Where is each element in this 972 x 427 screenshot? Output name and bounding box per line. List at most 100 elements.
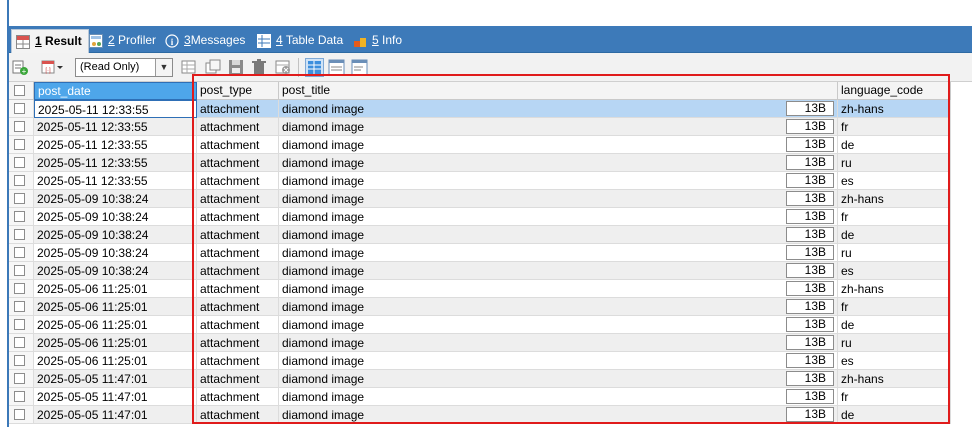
blob-size-badge[interactable]: 13B [786, 101, 834, 116]
column-header-post-date[interactable]: post_date [34, 82, 197, 100]
cell-post-date[interactable]: 2025-05-05 11:47:01 [34, 388, 197, 406]
cell-post-date[interactable]: 2025-05-06 11:25:01 [34, 352, 197, 370]
cell-post-title[interactable]: diamond image 13B [279, 172, 838, 190]
cell-post-date[interactable]: 2025-05-06 11:25:01 [34, 316, 197, 334]
column-header-language-code[interactable]: language_code [838, 82, 951, 100]
grid-view-icon[interactable] [305, 58, 324, 77]
cell-language-code[interactable]: ru [838, 244, 951, 262]
cell-post-title[interactable]: diamond image 13B [279, 388, 838, 406]
blob-size-badge[interactable]: 13B [786, 155, 834, 170]
row-selector[interactable] [9, 316, 34, 334]
row-filter-icon[interactable]: [·] [41, 59, 63, 76]
refresh-icon[interactable] [181, 59, 198, 76]
row-checkbox[interactable] [14, 373, 25, 384]
blob-size-badge[interactable]: 13B [786, 281, 834, 296]
cell-post-title[interactable]: diamond image 13B [279, 406, 838, 424]
row-selector[interactable] [9, 154, 34, 172]
cell-post-type[interactable]: attachment [197, 100, 279, 118]
blob-size-badge[interactable]: 13B [786, 389, 834, 404]
cell-post-date[interactable]: 2025-05-09 10:38:24 [34, 262, 197, 280]
cell-post-date[interactable]: 2025-05-06 11:25:01 [34, 298, 197, 316]
row-checkbox[interactable] [14, 337, 25, 348]
cell-post-date[interactable]: 2025-05-06 11:25:01 [34, 280, 197, 298]
cell-language-code[interactable]: de [838, 316, 951, 334]
row-selector[interactable] [9, 370, 34, 388]
row-checkbox[interactable] [14, 409, 25, 420]
select-all-header[interactable] [9, 82, 34, 100]
blob-size-badge[interactable]: 13B [786, 335, 834, 350]
row-checkbox[interactable] [14, 103, 25, 114]
cell-post-type[interactable]: attachment [197, 154, 279, 172]
table-row[interactable]: 2025-05-11 12:33:55 attachment diamond ima… [9, 100, 951, 118]
blob-size-badge[interactable]: 13B [786, 119, 834, 134]
blob-size-badge[interactable]: 13B [786, 299, 834, 314]
cell-post-type[interactable]: attachment [197, 136, 279, 154]
cell-post-type[interactable]: attachment [197, 244, 279, 262]
cell-post-type[interactable]: attachment [197, 316, 279, 334]
table-row[interactable]: 2025-05-11 12:33:55 attachment diamond ima… [9, 118, 951, 136]
row-selector[interactable] [9, 208, 34, 226]
cell-language-code[interactable]: ru [838, 154, 951, 172]
cell-post-type[interactable]: attachment [197, 388, 279, 406]
cell-post-type[interactable]: attachment [197, 298, 279, 316]
tab-profiler[interactable]: 2 Profiler [89, 29, 156, 51]
cell-language-code[interactable]: zh-hans [838, 280, 951, 298]
row-checkbox[interactable] [14, 391, 25, 402]
cell-language-code[interactable]: es [838, 172, 951, 190]
blob-size-badge[interactable]: 13B [786, 353, 834, 368]
blob-size-badge[interactable]: 13B [786, 245, 834, 260]
table-row[interactable]: 2025-05-11 12:33:55 attachment diamond ima… [9, 172, 951, 190]
cell-post-title[interactable]: diamond image 13B [279, 370, 838, 388]
cell-post-type[interactable]: attachment [197, 262, 279, 280]
row-checkbox[interactable] [14, 265, 25, 276]
column-header-post-title[interactable]: post_title [279, 82, 838, 100]
form-view-icon[interactable] [328, 59, 345, 76]
row-selector[interactable] [9, 244, 34, 262]
row-checkbox[interactable] [14, 247, 25, 258]
table-row[interactable]: 2025-05-09 10:38:24 attachment diamond ima… [9, 244, 951, 262]
table-row[interactable]: 2025-05-09 10:38:24 attachment diamond ima… [9, 262, 951, 280]
copy-icon[interactable] [205, 59, 222, 76]
row-selector[interactable] [9, 226, 34, 244]
mode-select[interactable]: (Read Only) ▼ [75, 58, 173, 77]
table-row[interactable]: 2025-05-09 10:38:24 attachment diamond ima… [9, 208, 951, 226]
tab-table-data[interactable]: 4 Table Data [257, 29, 343, 51]
select-all-checkbox[interactable] [14, 85, 25, 96]
cell-language-code[interactable]: zh-hans [838, 370, 951, 388]
row-selector[interactable] [9, 406, 34, 424]
cell-language-code[interactable]: ru [838, 334, 951, 352]
cell-language-code[interactable]: de [838, 226, 951, 244]
delete-icon[interactable] [251, 59, 268, 76]
cell-post-title[interactable]: diamond image 13B [279, 136, 838, 154]
row-checkbox[interactable] [14, 139, 25, 150]
table-row[interactable]: 2025-05-09 10:38:24 attachment diamond ima… [9, 226, 951, 244]
blob-size-badge[interactable]: 13B [786, 227, 834, 242]
cell-post-type[interactable]: attachment [197, 208, 279, 226]
blob-size-badge[interactable]: 13B [786, 317, 834, 332]
cell-language-code[interactable]: zh-hans [838, 190, 951, 208]
cell-post-date[interactable]: 2025-05-11 12:33:55 [34, 154, 197, 172]
cell-post-title[interactable]: diamond image 13B [279, 100, 838, 118]
chevron-down-icon[interactable]: ▼ [155, 59, 172, 76]
cell-post-date[interactable]: 2025-05-09 10:38:24 [34, 244, 197, 262]
cell-post-title[interactable]: diamond image 13B [279, 226, 838, 244]
cell-post-type[interactable]: attachment [197, 352, 279, 370]
row-selector[interactable] [9, 118, 34, 136]
cell-post-title[interactable]: diamond image 13B [279, 118, 838, 136]
cell-post-date[interactable]: 2025-05-05 11:47:01 [34, 370, 197, 388]
cell-post-type[interactable]: attachment [197, 226, 279, 244]
row-checkbox[interactable] [14, 319, 25, 330]
table-row[interactable]: 2025-05-06 11:25:01 attachment diamond ima… [9, 298, 951, 316]
row-selector[interactable] [9, 136, 34, 154]
row-selector[interactable] [9, 262, 34, 280]
row-checkbox[interactable] [14, 121, 25, 132]
cell-language-code[interactable]: fr [838, 388, 951, 406]
row-selector[interactable] [9, 388, 34, 406]
cell-language-code[interactable]: fr [838, 298, 951, 316]
cell-post-title[interactable]: diamond image 13B [279, 154, 838, 172]
cell-post-date[interactable]: 2025-05-06 11:25:01 [34, 334, 197, 352]
row-selector[interactable] [9, 352, 34, 370]
table-row[interactable]: 2025-05-05 11:47:01 attachment diamond ima… [9, 370, 951, 388]
cell-language-code[interactable]: de [838, 136, 951, 154]
cell-post-type[interactable]: attachment [197, 190, 279, 208]
